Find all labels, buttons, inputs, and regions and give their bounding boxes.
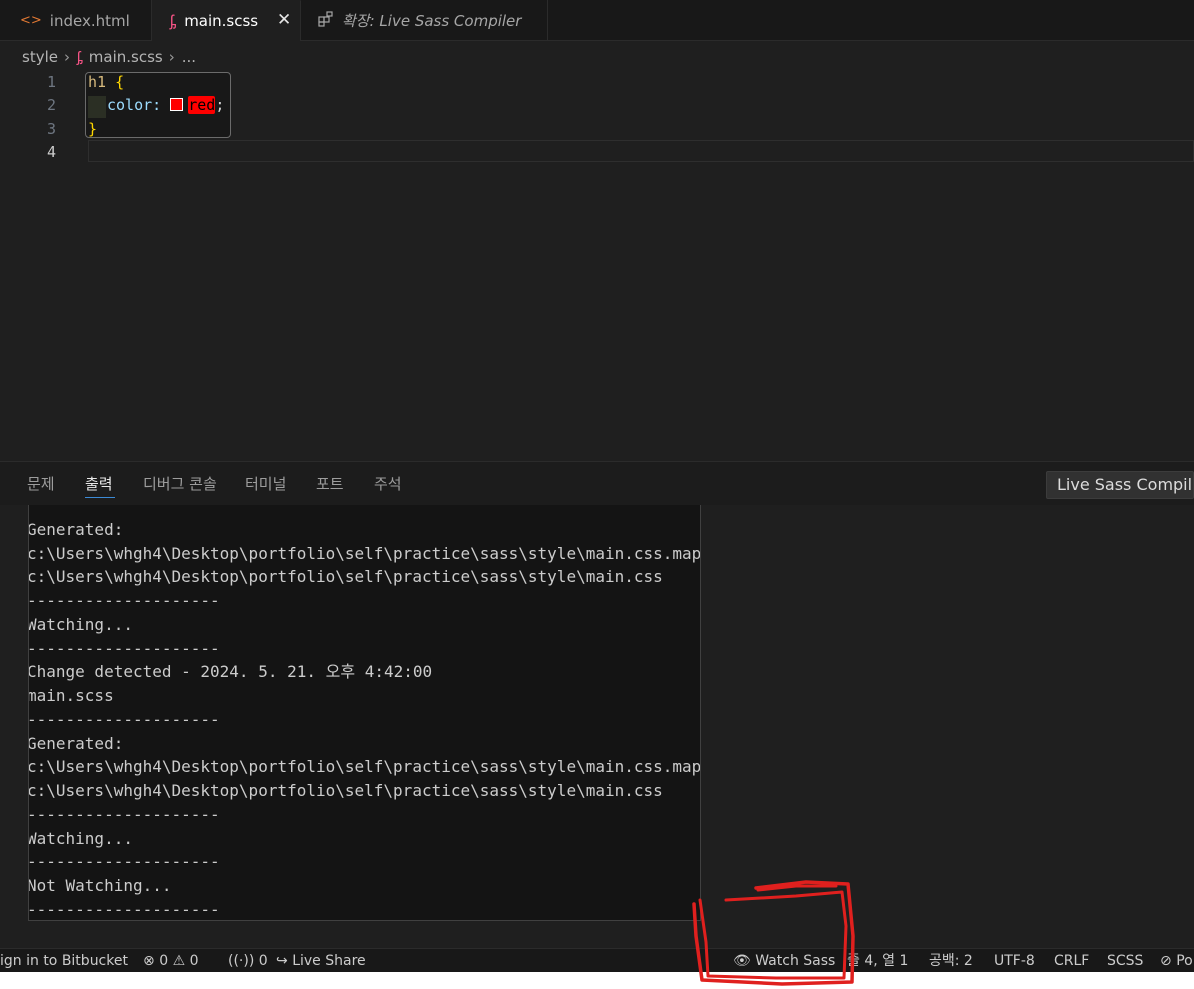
code-line-2: color: red; — [107, 93, 224, 117]
status-language[interactable]: SCSS — [1107, 951, 1143, 971]
tab-label: 확장: Live Sass Compiler — [342, 12, 522, 30]
log-line: -------------------- — [28, 852, 220, 871]
output-log[interactable]: -------------------- Generated: c:\Users… — [28, 505, 701, 921]
log-line: -------------------- — [28, 639, 220, 658]
log-line: -------------------- — [29, 505, 220, 515]
log-line: c:\Users\whgh4\Desktop\portfolio\self\pr… — [28, 567, 663, 586]
error-icon: ⊗ — [143, 953, 155, 969]
log-line: -------------------- — [28, 591, 220, 610]
editor-tab-bar: <> index.html ᶋ main.scss ✕ 확장: Live Sas… — [0, 0, 1194, 41]
tab-debug-console[interactable]: 디버그 콘솔 — [143, 473, 217, 494]
css-value: red — [188, 96, 216, 114]
watch-sass-label: Watch Sass — [755, 953, 836, 969]
sass-file-icon: ᶋ — [76, 48, 83, 66]
status-watch-sass[interactable]: 👁 Watch Sass — [733, 951, 835, 971]
vscode-window: <> index.html ᶋ main.scss ✕ 확장: Live Sas… — [0, 0, 1194, 989]
active-tab-indicator — [85, 497, 115, 498]
status-live-share[interactable]: ↪ Live Share — [276, 951, 366, 971]
line-number: 1 — [46, 73, 56, 91]
error-count: 0 — [159, 953, 169, 969]
warning-count: 0 — [189, 953, 199, 969]
eye-icon: 👁 — [733, 953, 751, 969]
chevron-right-icon: › — [63, 48, 70, 66]
tab-main-scss[interactable]: ᶋ main.scss ✕ — [152, 0, 301, 41]
line-number-current: 4 — [46, 143, 56, 161]
color-swatch[interactable] — [170, 98, 184, 111]
line-number: 2 — [46, 96, 56, 114]
log-line: Generated: — [28, 520, 124, 539]
tab-problems[interactable]: 문제 — [27, 473, 55, 494]
status-cursor-position[interactable]: 줄 4, 열 1 — [847, 951, 908, 971]
status-encoding[interactable]: UTF-8 — [994, 951, 1035, 971]
open-brace: { — [115, 73, 125, 91]
panel-tab-bar: 문제 출력 디버그 콘솔 터미널 포트 주석 Live Sass Compile — [0, 461, 1194, 505]
status-indentation[interactable]: 공백: 2 — [929, 951, 973, 971]
log-line: -------------------- — [28, 710, 220, 729]
log-line: -------------------- — [28, 900, 220, 919]
log-line: Watching... — [28, 829, 133, 848]
tab-ports[interactable]: 포트 — [316, 473, 344, 494]
sass-file-icon: ᶋ — [170, 11, 177, 30]
log-line: c:\Users\whgh4\Desktop\portfolio\self\pr… — [28, 781, 663, 800]
live-share-icon: ↪ — [276, 953, 288, 969]
no-entry-icon: ⊘ — [1160, 953, 1172, 969]
tab-comments[interactable]: 주석 — [374, 473, 402, 494]
breadcrumb-symbol[interactable]: ... — [182, 48, 196, 66]
status-prettier[interactable]: ⊘ Po — [1160, 951, 1193, 971]
tab-extension-live-sass[interactable]: 확장: Live Sass Compiler — [301, 0, 548, 41]
output-channel-select[interactable]: Live Sass Compile — [1046, 471, 1194, 499]
extension-icon — [318, 10, 334, 31]
chevron-right-icon: › — [168, 48, 175, 66]
warning-icon: ⚠ — [172, 953, 186, 969]
log-line: Watching... — [28, 615, 133, 634]
log-line: Not Watching... — [28, 876, 172, 895]
status-ports[interactable]: ((·)) 0 — [228, 951, 268, 971]
html-file-icon: <> — [20, 13, 42, 28]
ports-count: 0 — [258, 953, 268, 969]
css-property: color: — [107, 96, 162, 114]
live-share-label: Live Share — [292, 953, 366, 969]
log-line: Change detected - 2024. 5. 21. 오후 4:42:0… — [28, 662, 433, 681]
log-line: Generated: — [28, 734, 124, 753]
tab-output[interactable]: 출력 — [85, 473, 113, 494]
log-line: c:\Users\whgh4\Desktop\portfolio\self\pr… — [28, 757, 701, 776]
screen-background — [0, 972, 1194, 989]
tab-terminal[interactable]: 터미널 — [245, 473, 286, 494]
broadcast-icon: ((·)) — [228, 953, 255, 969]
status-bar: ign in to Bitbucket ⊗ 0 ⚠ 0 ((·)) 0 ↪ Li… — [0, 948, 1194, 972]
log-line: c:\Users\whgh4\Desktop\portfolio\self\pr… — [28, 544, 701, 563]
tab-index-html[interactable]: <> index.html — [0, 0, 152, 41]
log-line: main.scss — [28, 686, 114, 705]
close-brace: } — [88, 120, 98, 138]
status-problems[interactable]: ⊗ 0 ⚠ 0 — [143, 951, 199, 971]
close-icon[interactable]: ✕ — [277, 10, 291, 30]
tab-label: main.scss — [184, 12, 259, 30]
code-editor[interactable]: 1 2 3 4 h1 { color: red; } — [0, 70, 1194, 460]
tab-label: index.html — [49, 11, 130, 30]
current-line-highlight — [88, 140, 1194, 162]
status-eol[interactable]: CRLF — [1054, 951, 1089, 971]
breadcrumb-file[interactable]: main.scss — [89, 48, 163, 66]
css-selector: h1 — [88, 73, 107, 91]
breadcrumb-folder[interactable]: style — [22, 48, 58, 66]
log-line: -------------------- — [28, 805, 220, 824]
code-line-3: } — [88, 117, 97, 141]
indent-guide — [88, 96, 106, 118]
semicolon: ; — [215, 96, 225, 114]
status-bitbucket[interactable]: ign in to Bitbucket — [0, 951, 128, 971]
code-line-1: h1 { — [88, 70, 124, 94]
prettier-label: Po — [1176, 953, 1193, 969]
breadcrumb: style › ᶋ main.scss › ... — [22, 45, 196, 69]
line-number: 3 — [46, 120, 56, 138]
